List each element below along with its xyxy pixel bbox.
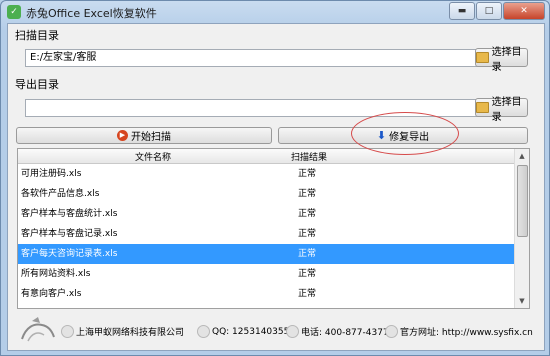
file-name-cell: 可用注册码.xls — [21, 169, 82, 179]
scan-dir-label: 扫描目录 — [15, 29, 59, 42]
scan-choose-dir-label: 选择目录 — [491, 46, 522, 73]
phone-icon — [286, 325, 299, 338]
column-header-filename[interactable]: 文件名称 — [135, 150, 171, 163]
footer-website-text[interactable]: 官方网址: http://www.sysfix.cn — [400, 325, 533, 338]
download-arrow-icon: ⬇ — [376, 129, 387, 142]
export-choose-dir-button[interactable]: 选择目录 — [475, 97, 528, 123]
footer-qq: QQ: 1253140355 — [197, 325, 289, 338]
start-scan-label: 开始扫描 — [131, 132, 171, 143]
file-name-cell: 客户样本与客盘统计.xls — [21, 209, 118, 219]
play-icon: ▶ — [117, 130, 128, 141]
footer-website[interactable]: 官方网址: http://www.sysfix.cn — [385, 325, 533, 338]
scrollbar-thumb[interactable] — [517, 165, 528, 237]
file-list-header: 文件名称 扫描结果 — [18, 149, 515, 164]
table-row[interactable]: 客户每天咨询记录表.xls 正常 — [18, 244, 515, 264]
table-row[interactable]: 可用注册码.xls 正常 — [18, 164, 515, 184]
window-controls: ▬ □ ✕ — [448, 2, 545, 20]
scan-result-cell: 正常 — [298, 249, 317, 259]
window-title: 赤兔Office Excel恢复软件 — [26, 7, 157, 20]
minimize-button[interactable]: ▬ — [449, 2, 475, 20]
file-name-cell: 各软件产品信息.xls — [21, 189, 100, 199]
main-panel: 扫描目录 选择目录 导出目录 选择目录 ▶ 开始扫描 ⬇ 修复导出 文件名称 扫… — [7, 23, 545, 351]
column-header-result[interactable]: 扫描结果 — [291, 150, 327, 163]
file-list: 文件名称 扫描结果 可用注册码.xls 正常 各软件产品信息.xls 正常 客户样本与客… — [17, 148, 530, 309]
folder-icon — [476, 52, 489, 63]
footer-phone-text: 电话: 400-877-4377 — [301, 328, 389, 338]
table-row[interactable]: 各软件产品信息.xls 正常 — [18, 184, 515, 204]
start-scan-button[interactable]: ▶ 开始扫描 — [16, 127, 272, 144]
export-dir-label: 导出目录 — [15, 78, 59, 91]
scan-result-cell: 正常 — [298, 289, 317, 299]
title-bar[interactable]: ✓ 赤兔Office Excel恢复软件 ▬ □ ✕ — [1, 1, 549, 23]
file-name-cell: 客户样本与客盘记录.xls — [21, 229, 118, 239]
folder-icon — [476, 102, 489, 113]
footer-company: 上海甲蚁网络科技有限公司 — [61, 325, 184, 338]
app-window: ✓ 赤兔Office Excel恢复软件 ▬ □ ✕ 扫描目录 选择目录 导出目… — [0, 0, 550, 356]
scan-result-cell: 正常 — [298, 169, 317, 179]
file-name-cell: 有意向客户.xls — [21, 289, 82, 299]
company-logo — [21, 317, 55, 342]
scan-result-cell: 正常 — [298, 229, 317, 239]
table-row[interactable]: 有意向客户.xls 正常 — [18, 284, 515, 304]
repair-export-label: 修复导出 — [389, 132, 430, 143]
close-button[interactable]: ✕ — [503, 2, 545, 20]
scan-path-input[interactable] — [25, 49, 480, 67]
globe-icon — [385, 325, 398, 338]
footer-company-text: 上海甲蚁网络科技有限公司 — [76, 328, 185, 338]
app-icon: ✓ — [7, 5, 21, 19]
vertical-scrollbar[interactable]: ▲ ▼ — [514, 149, 529, 308]
export-path-input[interactable] — [25, 99, 480, 117]
scan-result-cell: 正常 — [298, 189, 317, 199]
export-choose-dir-label: 选择目录 — [491, 96, 522, 123]
company-icon — [61, 325, 74, 338]
table-row[interactable]: 客户样本与客盘记录.xls 正常 — [18, 224, 515, 244]
footer-bar: 上海甲蚁网络科技有限公司 QQ: 1253140355 电话: 400-877-… — [8, 309, 544, 350]
repair-export-button[interactable]: ⬇ 修复导出 — [278, 127, 528, 144]
footer-qq-text: QQ: 1253140355 — [212, 326, 290, 337]
scan-choose-dir-button[interactable]: 选择目录 — [475, 47, 528, 73]
footer-phone: 电话: 400-877-4377 — [286, 325, 389, 338]
maximize-button[interactable]: □ — [476, 2, 502, 20]
scroll-down-icon[interactable]: ▼ — [515, 294, 529, 308]
scroll-up-icon[interactable]: ▲ — [515, 149, 529, 163]
qq-icon — [197, 325, 210, 338]
table-row[interactable]: 所有网站资料.xls 正常 — [18, 264, 515, 284]
table-row[interactable]: 客户样本与客盘统计.xls 正常 — [18, 204, 515, 224]
file-name-cell: 所有网站资料.xls — [21, 269, 91, 279]
scan-result-cell: 正常 — [298, 209, 317, 219]
scan-result-cell: 正常 — [298, 269, 317, 279]
